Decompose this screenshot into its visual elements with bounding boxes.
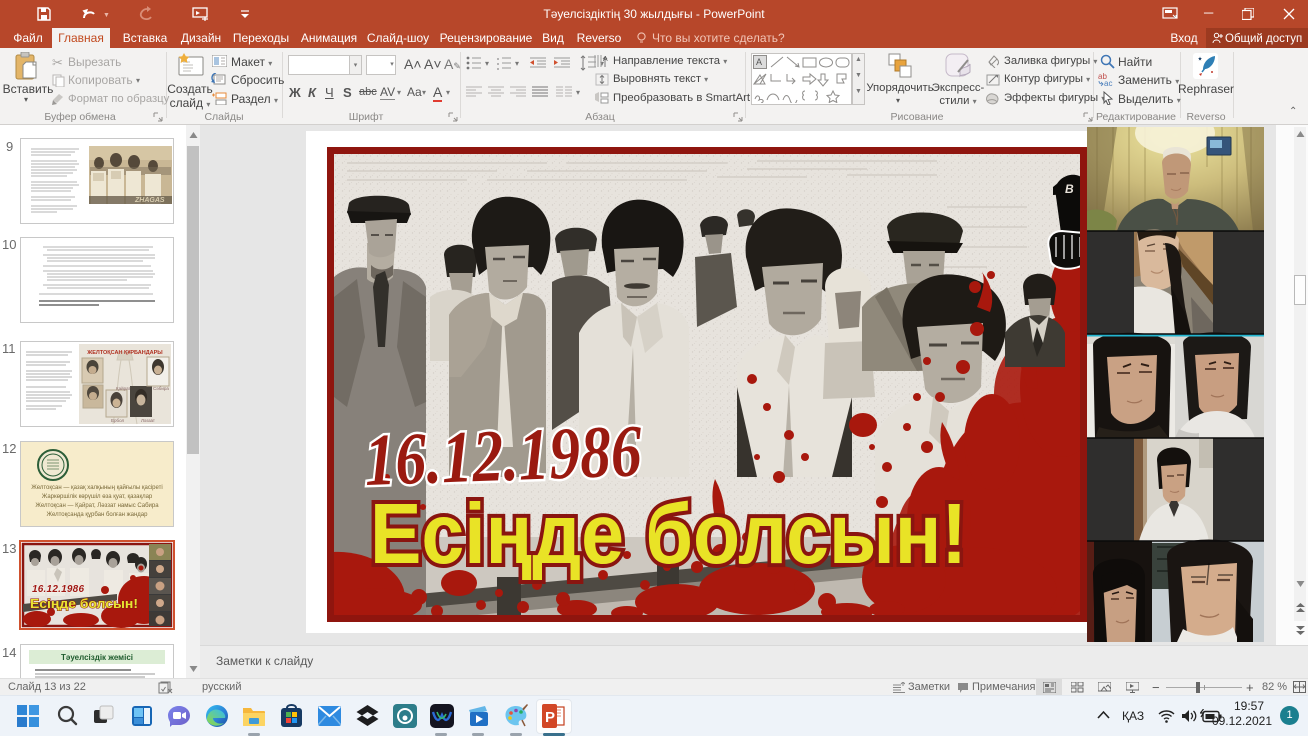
- svg-text:A: A: [756, 57, 762, 67]
- svg-text:Тәуелсіздік жемісі: Тәуелсіздік жемісі: [61, 653, 133, 662]
- svg-text:А: А: [603, 56, 608, 63]
- svg-text:ac: ac: [1104, 79, 1112, 87]
- svg-text:Желтоқсан — Қайрат, Ләззат нам: Желтоқсан — Қайрат, Ләззат намыс Сабира: [35, 502, 159, 509]
- svg-text:Ләззат: Ләззат: [141, 418, 155, 423]
- svg-text:Желтоқсан — қазақ халқының қай: Желтоқсан — қазақ халқының қайғылы қасір…: [31, 484, 162, 491]
- svg-text:16.12.1986: 16.12.1986: [32, 584, 84, 595]
- svg-text:ЖЕЛТОҚСАН ҚҰРБАНДАРЫ: ЖЕЛТОҚСАН ҚҰРБАНДАРЫ: [86, 350, 163, 356]
- svg-text:Ербол: Ербол: [111, 418, 124, 423]
- svg-text:Есіңде болсын!: Есіңде болсын!: [30, 597, 138, 611]
- svg-text:Есіңде болсын!: Есіңде болсын!: [370, 487, 967, 582]
- svg-text:Сәбира: Сәбира: [153, 386, 169, 391]
- svg-text:Қайрат: Қайрат: [116, 385, 131, 391]
- svg-text:Жаркөршілік көрүшіл өза қуат,: Жаркөршілік көрүшіл өза қуат, қазақлар: [42, 494, 153, 500]
- svg-text:B: B: [1065, 182, 1074, 196]
- svg-text:ZHAGAS: ZHAGAS: [134, 197, 165, 204]
- svg-text:Желтоқсанда құрбан болған жанд: Желтоқсанда құрбан болған жандар: [47, 512, 149, 518]
- svg-text:P: P: [545, 709, 555, 726]
